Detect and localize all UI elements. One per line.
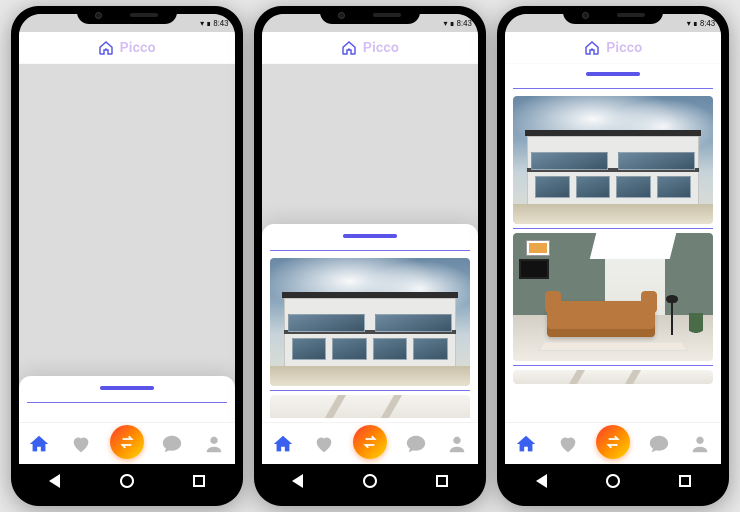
card-divider	[270, 390, 470, 391]
android-nav-bar	[505, 464, 721, 498]
nav-home[interactable]	[270, 431, 296, 457]
status-time: 8:43	[457, 19, 472, 28]
nav-home[interactable]	[513, 431, 539, 457]
signal-icon: ▾	[443, 19, 447, 28]
nav-likes[interactable]	[555, 431, 581, 457]
nav-chat[interactable]	[159, 431, 185, 457]
nav-swap[interactable]	[110, 425, 144, 459]
nav-profile[interactable]	[687, 431, 713, 457]
android-nav-bar	[262, 464, 478, 498]
android-nav-bar	[19, 464, 235, 498]
status-time: 8:43	[700, 19, 715, 28]
content-area	[19, 64, 235, 422]
feed-list[interactable]	[511, 93, 715, 418]
app-title: Picco	[120, 40, 156, 56]
sheet-handle[interactable]	[343, 234, 397, 238]
app-title: Picco	[363, 40, 399, 56]
device-notch	[563, 6, 663, 24]
card-divider	[513, 365, 713, 366]
nav-profile[interactable]	[201, 431, 227, 457]
device-frame: ▾ ∎ 8:43 Picco	[497, 6, 729, 506]
back-button[interactable]	[46, 472, 64, 490]
device-frame: ▾ ∎ 8:43 Picco	[254, 6, 486, 506]
app-header: Picco	[19, 32, 235, 64]
nav-swap[interactable]	[596, 425, 630, 459]
nav-home[interactable]	[26, 431, 52, 457]
bottom-sheet[interactable]	[262, 224, 478, 422]
content-area	[262, 64, 478, 422]
home-button[interactable]	[118, 472, 136, 490]
back-button[interactable]	[289, 472, 307, 490]
sheet-divider	[27, 402, 227, 403]
house-icon	[98, 40, 114, 56]
sheet-divider	[270, 250, 470, 251]
device-frame: ▾ ∎ 8:43 Picco	[11, 6, 243, 506]
nav-chat[interactable]	[646, 431, 672, 457]
bottom-sheet[interactable]	[19, 376, 235, 422]
house-icon	[341, 40, 357, 56]
feed-card-partial[interactable]	[513, 370, 713, 384]
sheet-handle[interactable]	[586, 72, 640, 76]
device-notch	[320, 6, 420, 24]
app-header: Picco	[262, 32, 478, 64]
bottom-nav	[262, 422, 478, 464]
sheet-divider	[513, 88, 713, 89]
battery-icon: ∎	[693, 19, 698, 28]
screen: ▾ ∎ 8:43 Picco	[505, 14, 721, 464]
status-time: 8:43	[213, 19, 228, 28]
feed-card-living-room[interactable]	[513, 233, 713, 361]
signal-icon: ▾	[200, 19, 204, 28]
nav-profile[interactable]	[444, 431, 470, 457]
sheet-handle[interactable]	[100, 386, 154, 390]
nav-swap[interactable]	[353, 425, 387, 459]
house-icon	[584, 40, 600, 56]
recents-button[interactable]	[676, 472, 694, 490]
bottom-sheet[interactable]	[505, 64, 721, 422]
nav-chat[interactable]	[403, 431, 429, 457]
bottom-nav	[19, 422, 235, 464]
feed-card-partial[interactable]	[270, 395, 470, 418]
home-button[interactable]	[604, 472, 622, 490]
device-notch	[77, 6, 177, 24]
battery-icon: ∎	[206, 19, 211, 28]
back-button[interactable]	[532, 472, 550, 490]
battery-icon: ∎	[449, 19, 454, 28]
recents-button[interactable]	[190, 472, 208, 490]
app-title: Picco	[606, 40, 642, 56]
nav-likes[interactable]	[68, 431, 94, 457]
app-header: Picco	[505, 32, 721, 64]
signal-icon: ▾	[687, 19, 691, 28]
bottom-nav	[505, 422, 721, 464]
card-divider	[513, 228, 713, 229]
screen: ▾ ∎ 8:43 Picco	[262, 14, 478, 464]
feed-card-house[interactable]	[513, 96, 713, 224]
home-button[interactable]	[361, 472, 379, 490]
feed-list[interactable]	[268, 255, 472, 418]
recents-button[interactable]	[433, 472, 451, 490]
nav-likes[interactable]	[311, 431, 337, 457]
feed-card-house[interactable]	[270, 258, 470, 386]
content-area	[505, 64, 721, 422]
screen: ▾ ∎ 8:43 Picco	[19, 14, 235, 464]
